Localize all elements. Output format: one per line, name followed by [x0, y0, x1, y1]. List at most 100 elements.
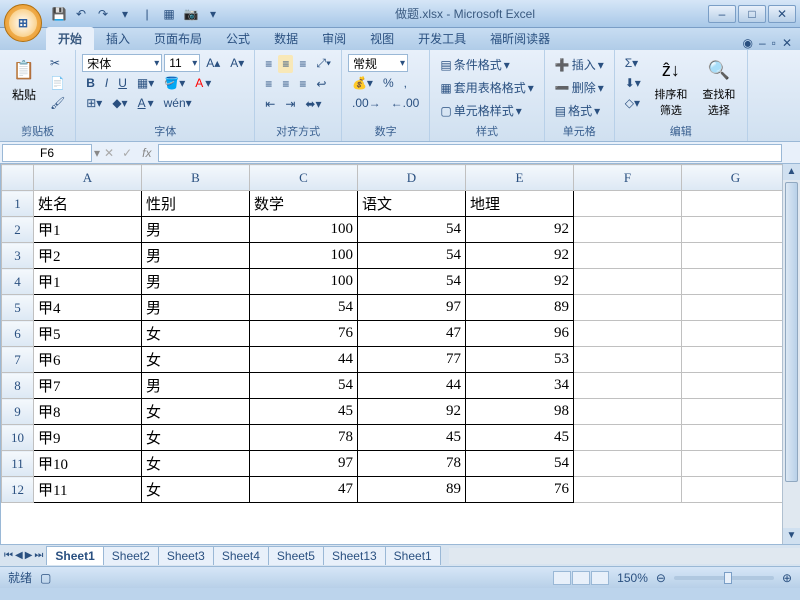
col-header[interactable]: F — [574, 165, 682, 191]
cell[interactable]: 54 — [466, 451, 574, 477]
cell[interactable]: 女 — [142, 477, 250, 503]
italic-button[interactable]: I — [101, 74, 112, 92]
formula-bar[interactable] — [158, 144, 783, 162]
cell[interactable]: 89 — [466, 295, 574, 321]
confirm-fx-icon[interactable]: ✓ — [118, 146, 136, 160]
cell[interactable]: 甲7 — [34, 373, 142, 399]
zoom-out-button[interactable]: ⊖ — [656, 571, 666, 585]
row-header[interactable]: 2 — [2, 217, 34, 243]
cell[interactable]: 45 — [250, 399, 358, 425]
cell[interactable]: 女 — [142, 425, 250, 451]
indent-dec-button[interactable]: ⇤ — [261, 95, 279, 113]
cell-style-button[interactable]: ▢单元格样式▾ — [436, 100, 525, 121]
cell[interactable]: 92 — [466, 243, 574, 269]
cell[interactable]: 76 — [466, 477, 574, 503]
cell[interactable]: 女 — [142, 399, 250, 425]
cell[interactable]: 甲1 — [34, 217, 142, 243]
tab-layout[interactable]: 页面布局 — [142, 27, 214, 50]
align-bottom-button[interactable]: ≡ — [295, 55, 310, 73]
cell[interactable]: 女 — [142, 451, 250, 477]
cell[interactable] — [682, 399, 790, 425]
tab-review[interactable]: 审阅 — [310, 27, 358, 50]
cell[interactable]: 性别 — [142, 191, 250, 217]
border-button[interactable]: ▦▾ — [133, 74, 158, 92]
number-format-combo[interactable]: 常规 — [348, 54, 408, 72]
row-header[interactable]: 3 — [2, 243, 34, 269]
row-header[interactable]: 5 — [2, 295, 34, 321]
zoom-level[interactable]: 150% — [617, 571, 648, 585]
col-header[interactable]: D — [358, 165, 466, 191]
cut-button[interactable]: ✂ — [46, 54, 69, 72]
cell[interactable]: 男 — [142, 243, 250, 269]
phonetic-button[interactable]: wén▾ — [160, 94, 196, 112]
font-color2-button[interactable]: A▾ — [134, 94, 158, 112]
format-cells-button[interactable]: ▤格式▾ — [551, 100, 604, 121]
normal-view-button[interactable] — [553, 571, 571, 585]
col-header[interactable]: B — [142, 165, 250, 191]
col-header[interactable]: A — [34, 165, 142, 191]
macro-rec-icon[interactable]: ▢ — [40, 571, 51, 585]
cancel-fx-icon[interactable]: ✕ — [100, 146, 118, 160]
sheet-tab[interactable]: Sheet13 — [323, 546, 386, 565]
cell[interactable]: 54 — [250, 373, 358, 399]
clear-button[interactable]: ◇▾ — [621, 94, 645, 112]
cell[interactable] — [574, 217, 682, 243]
cell[interactable]: 92 — [466, 217, 574, 243]
inc-decimal-button[interactable]: .00→ — [348, 94, 385, 112]
cell[interactable]: 54 — [358, 243, 466, 269]
percent-button[interactable]: % — [379, 74, 398, 92]
cell[interactable] — [574, 347, 682, 373]
cell[interactable] — [682, 425, 790, 451]
save-button[interactable]: 💾 — [50, 5, 68, 23]
cell[interactable]: 姓名 — [34, 191, 142, 217]
sheet-tab[interactable]: Sheet1 — [46, 546, 103, 565]
qat-extra-1[interactable]: ▦ — [160, 5, 178, 23]
cell[interactable]: 44 — [358, 373, 466, 399]
fill-down-button[interactable]: ⬇▾ — [621, 74, 645, 92]
cell[interactable] — [682, 295, 790, 321]
cell[interactable] — [682, 347, 790, 373]
cell[interactable]: 语文 — [358, 191, 466, 217]
minimize-button[interactable]: – — [708, 5, 736, 23]
autosum-button[interactable]: Σ▾ — [621, 54, 645, 72]
cell[interactable] — [574, 295, 682, 321]
close-button[interactable]: ✕ — [768, 5, 796, 23]
row-header[interactable]: 8 — [2, 373, 34, 399]
tab-home[interactable]: 开始 — [46, 27, 94, 50]
orientation-button[interactable]: ⤢▾ — [312, 54, 335, 73]
zoom-slider[interactable] — [674, 576, 774, 580]
cell[interactable]: 47 — [358, 321, 466, 347]
help-icon[interactable]: ◉ — [743, 36, 753, 50]
cell[interactable]: 甲6 — [34, 347, 142, 373]
tab-view[interactable]: 视图 — [358, 27, 406, 50]
cell[interactable]: 77 — [358, 347, 466, 373]
cell[interactable] — [682, 321, 790, 347]
page-break-view-button[interactable] — [591, 571, 609, 585]
cell[interactable]: 97 — [358, 295, 466, 321]
wrap-text-button[interactable]: ↩ — [312, 75, 330, 93]
cell[interactable] — [574, 451, 682, 477]
cell[interactable]: 78 — [358, 451, 466, 477]
cell[interactable] — [682, 373, 790, 399]
cell[interactable]: 甲2 — [34, 243, 142, 269]
row-header[interactable]: 1 — [2, 191, 34, 217]
cell[interactable] — [574, 321, 682, 347]
sheet-last-icon[interactable]: ⏭ — [34, 550, 43, 561]
cell[interactable]: 53 — [466, 347, 574, 373]
copy-button[interactable]: 📄 — [46, 74, 69, 92]
row-header[interactable]: 9 — [2, 399, 34, 425]
row-header[interactable]: 11 — [2, 451, 34, 477]
cell[interactable]: 98 — [466, 399, 574, 425]
align-right-button[interactable]: ≡ — [295, 75, 310, 93]
cell[interactable]: 54 — [358, 217, 466, 243]
sheet-first-icon[interactable]: ⏮ — [4, 550, 13, 561]
cell[interactable]: 45 — [358, 425, 466, 451]
cell[interactable]: 44 — [250, 347, 358, 373]
row-header[interactable]: 4 — [2, 269, 34, 295]
cell[interactable] — [574, 477, 682, 503]
format-painter-button[interactable]: 🖌 — [46, 94, 69, 112]
cell[interactable]: 地理 — [466, 191, 574, 217]
cell[interactable]: 89 — [358, 477, 466, 503]
find-select-button[interactable]: 🔍 查找和选择 — [697, 54, 741, 120]
cell[interactable]: 甲11 — [34, 477, 142, 503]
